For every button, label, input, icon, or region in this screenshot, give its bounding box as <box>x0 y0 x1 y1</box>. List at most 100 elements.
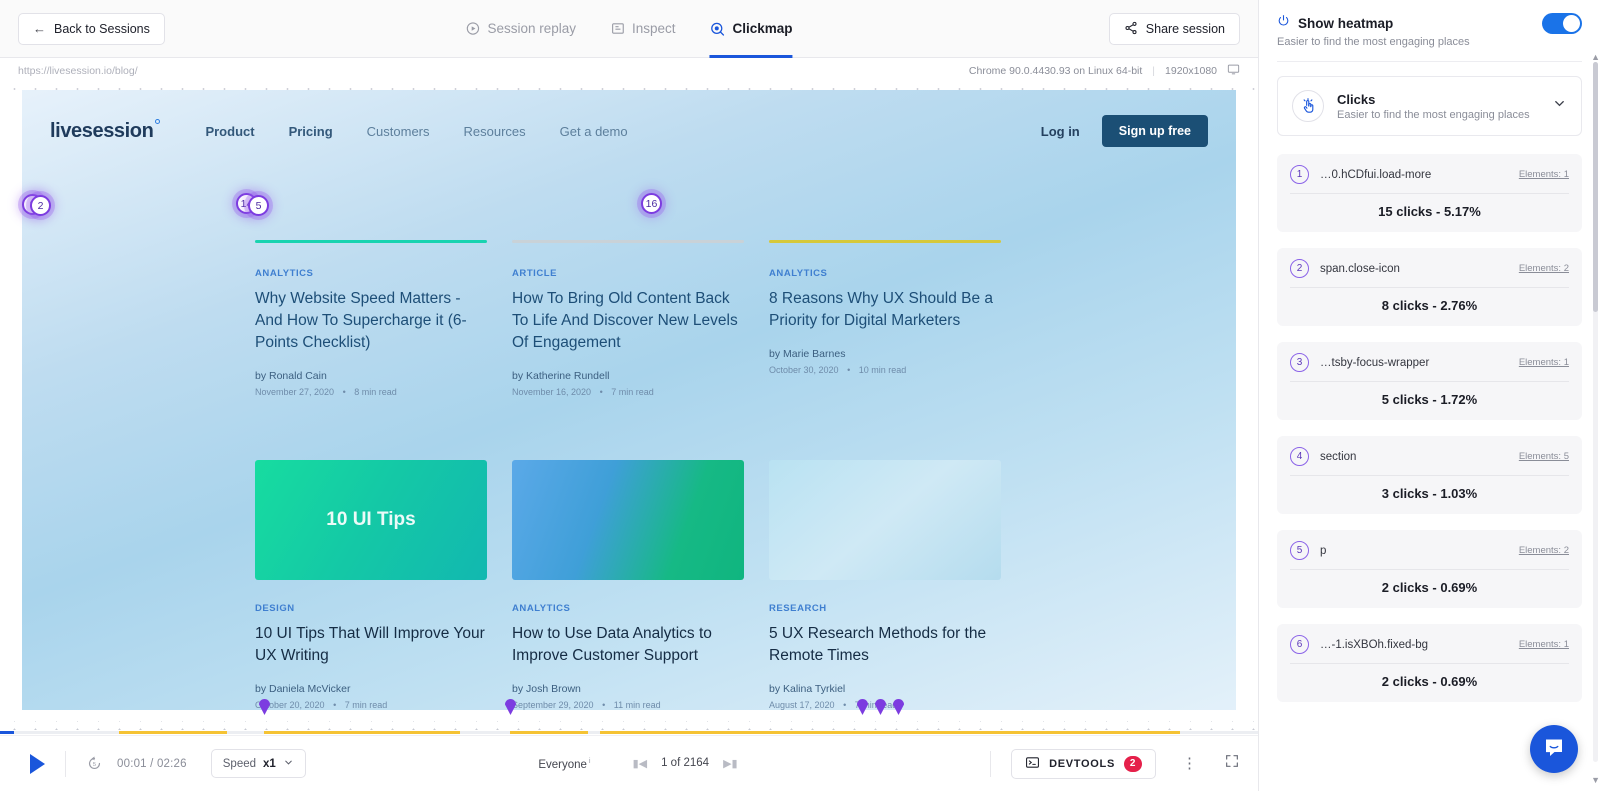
intercom-chat-button[interactable] <box>1530 725 1578 773</box>
card-accent-bar <box>512 240 744 243</box>
site-nav-product[interactable]: Product <box>205 124 254 139</box>
tab-session-replay[interactable]: Session replay <box>465 0 576 58</box>
card-readtime: 7 min read <box>611 387 654 397</box>
devtools-button[interactable]: DEVTOOLS 2 <box>1011 748 1156 779</box>
session-pager-label: 1 of 2164 <box>661 757 710 770</box>
timeline-event-pin[interactable] <box>856 698 869 715</box>
card-category: RESEARCH <box>769 603 827 614</box>
player-center-group: Everyone i ▮◀ 1 of 2164 ▶▮ <box>538 756 737 771</box>
scrollbar-thumb[interactable] <box>1593 62 1598 312</box>
intercom-chat-icon <box>1542 735 1566 764</box>
scroll-down-arrow-icon[interactable]: ▼ <box>1591 775 1600 785</box>
replay-5-icon[interactable]: 5 <box>86 755 103 772</box>
site-signup-button[interactable]: Sign up free <box>1101 115 1208 147</box>
site-nav-customers[interactable]: Customers <box>367 124 430 139</box>
card-title[interactable]: 10 UI Tips That Will Improve Your UX Wri… <box>255 623 487 667</box>
timeline-track[interactable] <box>0 731 1258 734</box>
thumbnail-caption <box>512 460 744 580</box>
scroll-up-arrow-icon[interactable]: ▲ <box>1591 52 1600 62</box>
clicks-metric-selector[interactable]: Clicks Easier to find the most engaging … <box>1277 76 1582 136</box>
clickmap-list-item[interactable]: 5 p Elements: 2 2 clicks - 0.69% <box>1277 530 1582 608</box>
clicks-metric-text: Clicks Easier to find the most engaging … <box>1337 92 1530 121</box>
timeline-event-pin[interactable] <box>258 698 271 715</box>
clickmap-list-item[interactable]: 1 …0.hCDfui.load-more Elements: 1 15 cli… <box>1277 154 1582 232</box>
card-author: by Josh Brown <box>512 683 581 695</box>
divider: | <box>1152 65 1156 77</box>
card-author: by Marie Barnes <box>769 348 846 360</box>
fullscreen-icon[interactable] <box>1224 753 1240 774</box>
playback-speed-select[interactable]: Speed x1 <box>210 749 306 778</box>
toggle-knob <box>1563 15 1580 32</box>
list-item-elements-link[interactable]: Elements: 2 <box>1519 263 1569 274</box>
click-marker[interactable]: 16 <box>641 193 662 214</box>
card-title[interactable]: Why Website Speed Matters - And How To S… <box>255 288 487 354</box>
skip-next-icon[interactable]: ▶▮ <box>723 757 738 770</box>
play-circle-icon <box>465 21 480 36</box>
site-nav-pricing[interactable]: Pricing <box>289 124 333 139</box>
card-title[interactable]: 5 UX Research Methods for the Remote Tim… <box>769 623 1001 667</box>
session-url: https://livesession.io/blog/ <box>18 65 138 77</box>
tab-clickmap-label: Clickmap <box>732 21 793 36</box>
more-vertical-icon[interactable]: ⋮ <box>1182 756 1198 771</box>
audience-info-icon[interactable]: i <box>589 756 591 765</box>
blog-card[interactable]: ANALYTICS Why Website Speed Matters - An… <box>255 240 487 397</box>
heatmap-toggle[interactable] <box>1542 13 1582 34</box>
list-item-elements-link[interactable]: Elements: 1 <box>1519 357 1569 368</box>
blog-card[interactable]: RESEARCH 5 UX Research Methods for the R… <box>769 460 1001 710</box>
site-nav-get-a-demo[interactable]: Get a demo <box>560 124 628 139</box>
card-accent-bar <box>255 240 487 243</box>
inspect-frame-icon <box>610 21 625 36</box>
site-logo[interactable]: livesession <box>50 118 161 143</box>
site-nav-resources[interactable]: Resources <box>464 124 526 139</box>
blog-card[interactable]: ANALYTICS 8 Reasons Why UX Should Be a P… <box>769 240 1001 397</box>
timeline-activity-segment <box>510 731 588 734</box>
list-item-rank: 2 <box>1290 259 1309 278</box>
card-thumbnail[interactable] <box>769 460 1001 580</box>
panel-scrollbar[interactable] <box>1593 62 1598 762</box>
blog-card[interactable]: 10 UI Tips DESIGN 10 UI Tips That Will I… <box>255 460 487 710</box>
thumbnail-caption <box>769 460 1001 580</box>
list-item-elements-link[interactable]: Elements: 5 <box>1519 451 1569 462</box>
back-to-sessions-button[interactable]: ← Back to Sessions <box>18 12 165 45</box>
blog-card[interactable]: ARTICLE How To Bring Old Content Back To… <box>512 240 744 397</box>
card-title[interactable]: 8 Reasons Why UX Should Be a Priority fo… <box>769 288 1001 332</box>
clickmap-list-item[interactable]: 2 span.close-icon Elements: 2 8 clicks -… <box>1277 248 1582 326</box>
clickmap-list-item[interactable]: 3 …tsby-focus-wrapper Elements: 1 5 clic… <box>1277 342 1582 420</box>
tab-inspect[interactable]: Inspect <box>610 0 676 58</box>
play-icon[interactable] <box>30 753 45 774</box>
card-date: November 27, 2020 <box>255 387 335 397</box>
card-author: by Daniela McVicker <box>255 683 351 695</box>
card-title[interactable]: How To Bring Old Content Back To Life An… <box>512 288 744 354</box>
site-login-link[interactable]: Log in <box>1041 124 1080 139</box>
heatmap-panel-body[interactable]: Clicks Easier to find the most engaging … <box>1259 62 1600 791</box>
card-date: September 29, 2020 <box>512 700 594 710</box>
skip-previous-icon[interactable]: ▮◀ <box>633 757 648 770</box>
click-marker[interactable]: 2 <box>30 195 51 216</box>
share-session-button[interactable]: Share session <box>1108 13 1240 45</box>
list-item-header: 3 …tsby-focus-wrapper Elements: 1 <box>1290 353 1569 372</box>
list-item-selector: span.close-icon <box>1320 262 1400 275</box>
list-item-elements-link[interactable]: Elements: 1 <box>1519 169 1569 180</box>
timeline-event-pin[interactable] <box>892 698 905 715</box>
card-category: ANALYTICS <box>255 268 314 279</box>
monitor-icon <box>1227 63 1240 79</box>
clickmap-list-item[interactable]: 6 …-1.isXBOh.fixed-bg Elements: 1 2 clic… <box>1277 624 1582 702</box>
card-meta: September 29, 2020 • 11 min read <box>512 700 744 710</box>
list-item-elements-link[interactable]: Elements: 2 <box>1519 545 1569 556</box>
blog-card[interactable]: ANALYTICS How to Use Data Analytics to I… <box>512 460 744 710</box>
meta-bullet: • <box>599 387 603 397</box>
tab-session-replay-label: Session replay <box>487 21 576 36</box>
heatmap-title: Show heatmap <box>1298 15 1394 31</box>
card-thumbnail[interactable] <box>512 460 744 580</box>
list-item-elements-link[interactable]: Elements: 1 <box>1519 639 1569 650</box>
chevron-down-icon[interactable] <box>1552 96 1567 116</box>
tab-clickmap[interactable]: Clickmap <box>709 0 793 58</box>
timeline-event-pin[interactable] <box>504 698 517 715</box>
replay-viewport[interactable]: livesession Product Pricing Customers Re… <box>0 90 1258 710</box>
clickmap-list-item[interactable]: 4 section Elements: 5 3 clicks - 1.03% <box>1277 436 1582 514</box>
card-thumbnail[interactable]: 10 UI Tips <box>255 460 487 580</box>
audience-filter[interactable]: Everyone i <box>538 756 590 771</box>
click-marker[interactable]: 5 <box>248 195 269 216</box>
card-title[interactable]: How to Use Data Analytics to Improve Cus… <box>512 623 744 667</box>
timeline-event-pin[interactable] <box>874 698 887 715</box>
